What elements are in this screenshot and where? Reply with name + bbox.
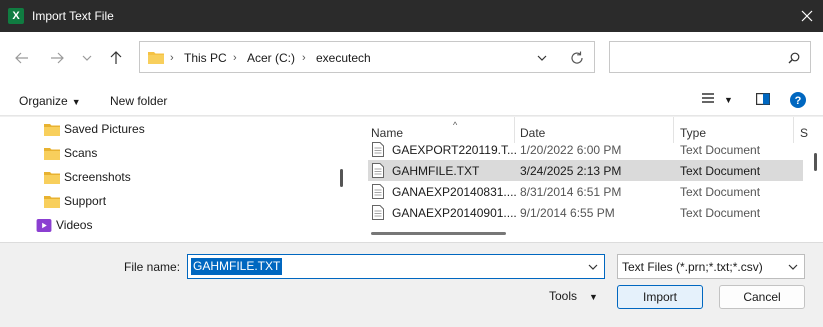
file-row[interactable]: GAEXPORT220119.T... 1/20/2022 6:00 PM Te… bbox=[368, 139, 803, 160]
search-input[interactable] bbox=[609, 41, 811, 73]
dialog-footer: File name: GAHMFILE.TXT Text Files (*.pr… bbox=[0, 242, 823, 327]
horizontal-scrollbar[interactable] bbox=[371, 232, 506, 235]
arrow-left-icon bbox=[15, 52, 28, 64]
organize-label: Organize bbox=[19, 94, 68, 108]
file-name-label: File name: bbox=[124, 260, 181, 274]
tools-label: Tools bbox=[549, 289, 578, 303]
view-dropdown-button[interactable]: ▼ bbox=[724, 92, 733, 108]
file-type: Text Document bbox=[680, 143, 761, 157]
address-dropdown-button[interactable] bbox=[534, 50, 550, 66]
sort-ascending-icon: ^ bbox=[453, 120, 458, 130]
folder-icon bbox=[44, 148, 60, 160]
file-type-dropdown-button[interactable] bbox=[786, 260, 800, 274]
breadcrumb-separator: › bbox=[302, 52, 306, 64]
tree-scrollbar[interactable] bbox=[340, 169, 343, 187]
folder-icon bbox=[148, 52, 164, 64]
file-row-selected[interactable]: GAHMFILE.TXT 3/24/2025 2:13 PM Text Docu… bbox=[368, 160, 803, 181]
navigation-tree: Saved Pictures Scans Screenshots Support… bbox=[0, 117, 347, 242]
help-button[interactable]: ? bbox=[790, 92, 806, 112]
caret-down-icon: ▼ bbox=[589, 292, 598, 302]
organize-button[interactable]: Organize ▼ bbox=[19, 93, 81, 110]
command-toolbar: Organize ▼ New folder ▼ ? bbox=[0, 84, 823, 116]
file-name: GANAEXP20140831.... bbox=[392, 185, 517, 199]
text-file-icon bbox=[372, 142, 384, 157]
file-name-value: GAHMFILE.TXT bbox=[191, 258, 283, 275]
caret-down-icon: ▼ bbox=[71, 97, 81, 107]
folder-icon bbox=[44, 196, 60, 208]
text-file-icon bbox=[372, 184, 384, 199]
back-button[interactable] bbox=[12, 48, 32, 68]
breadcrumb-executech[interactable]: executech bbox=[316, 50, 371, 66]
search-icon bbox=[786, 50, 802, 66]
chevron-down-icon bbox=[537, 55, 547, 61]
file-date: 8/31/2014 6:51 PM bbox=[520, 185, 622, 199]
list-view-icon bbox=[702, 93, 714, 103]
window-title: Import Text File bbox=[32, 9, 114, 23]
text-file-icon bbox=[372, 163, 384, 178]
arrow-right-icon bbox=[51, 52, 64, 64]
help-icon: ? bbox=[790, 92, 806, 108]
file-list: Name ^ Date Type S GAEXPORT220119.T... 1… bbox=[353, 117, 823, 242]
tree-item-label: Screenshots bbox=[64, 170, 131, 184]
file-date: 1/20/2022 6:00 PM bbox=[520, 143, 622, 157]
recent-locations-button[interactable] bbox=[77, 48, 97, 68]
tree-item-label: Saved Pictures bbox=[64, 122, 145, 136]
file-name: GAHMFILE.TXT bbox=[392, 164, 480, 178]
file-name-dropdown-button[interactable] bbox=[586, 260, 600, 274]
folder-icon bbox=[44, 124, 60, 136]
column-header-label: Name bbox=[371, 126, 404, 140]
tree-item-label: Scans bbox=[64, 146, 98, 160]
chevron-down-icon bbox=[788, 264, 798, 270]
file-type-value: Text Files (*.prn;*.txt;*.csv) bbox=[622, 260, 763, 274]
chevron-down-icon bbox=[82, 55, 92, 61]
preview-pane-button[interactable] bbox=[756, 93, 771, 109]
close-icon bbox=[801, 10, 813, 22]
text-file-icon bbox=[372, 205, 384, 220]
up-button[interactable] bbox=[106, 48, 126, 68]
videos-icon bbox=[36, 219, 52, 232]
file-row[interactable]: GANAEXP20140831.... 8/31/2014 6:51 PM Te… bbox=[368, 181, 803, 202]
file-row[interactable]: GANAEXP20140901.... 9/1/2014 6:55 PM Tex… bbox=[368, 202, 803, 223]
tree-item-label: Videos bbox=[56, 218, 93, 232]
chevron-down-icon bbox=[588, 264, 598, 270]
title-bar: X Import Text File bbox=[0, 0, 823, 32]
file-type: Text Document bbox=[680, 206, 761, 220]
file-type: Text Document bbox=[680, 164, 761, 178]
view-options-button[interactable] bbox=[701, 92, 715, 108]
import-button[interactable]: Import bbox=[617, 285, 703, 309]
breadcrumb-this-pc[interactable]: This PC bbox=[184, 50, 227, 66]
file-date: 9/1/2014 6:55 PM bbox=[520, 206, 615, 220]
cancel-button[interactable]: Cancel bbox=[719, 285, 805, 309]
breadcrumb-separator: › bbox=[170, 52, 174, 64]
file-name: GANAEXP20140901.... bbox=[392, 206, 517, 220]
breadcrumb-separator: › bbox=[233, 52, 237, 64]
file-date: 3/24/2025 2:13 PM bbox=[520, 164, 622, 178]
arrow-up-icon bbox=[110, 51, 122, 64]
close-button[interactable] bbox=[791, 0, 823, 32]
new-folder-button[interactable]: New folder bbox=[110, 93, 167, 109]
excel-icon: X bbox=[8, 8, 24, 24]
tools-menu-button[interactable]: Tools ▼ bbox=[549, 288, 598, 305]
file-name: GAEXPORT220119.T... bbox=[392, 143, 517, 157]
navigation-bar: › This PC › Acer (C:) › executech bbox=[0, 32, 823, 84]
file-type-select[interactable]: Text Files (*.prn;*.txt;*.csv) bbox=[617, 254, 805, 279]
folder-icon bbox=[44, 172, 60, 184]
file-list-scrollbar[interactable] bbox=[814, 153, 817, 171]
breadcrumb-drive[interactable]: Acer (C:) bbox=[247, 50, 295, 66]
file-type: Text Document bbox=[680, 185, 761, 199]
file-name-input[interactable]: GAHMFILE.TXT bbox=[187, 254, 605, 279]
preview-pane-icon bbox=[756, 93, 771, 106]
caret-down-icon: ▼ bbox=[724, 95, 733, 105]
forward-button[interactable] bbox=[47, 48, 67, 68]
refresh-button[interactable] bbox=[568, 49, 586, 67]
address-bar[interactable]: › This PC › Acer (C:) › executech bbox=[139, 41, 595, 73]
refresh-icon bbox=[571, 51, 583, 64]
svg-text:?: ? bbox=[795, 95, 802, 107]
tree-item-label: Support bbox=[64, 194, 107, 208]
